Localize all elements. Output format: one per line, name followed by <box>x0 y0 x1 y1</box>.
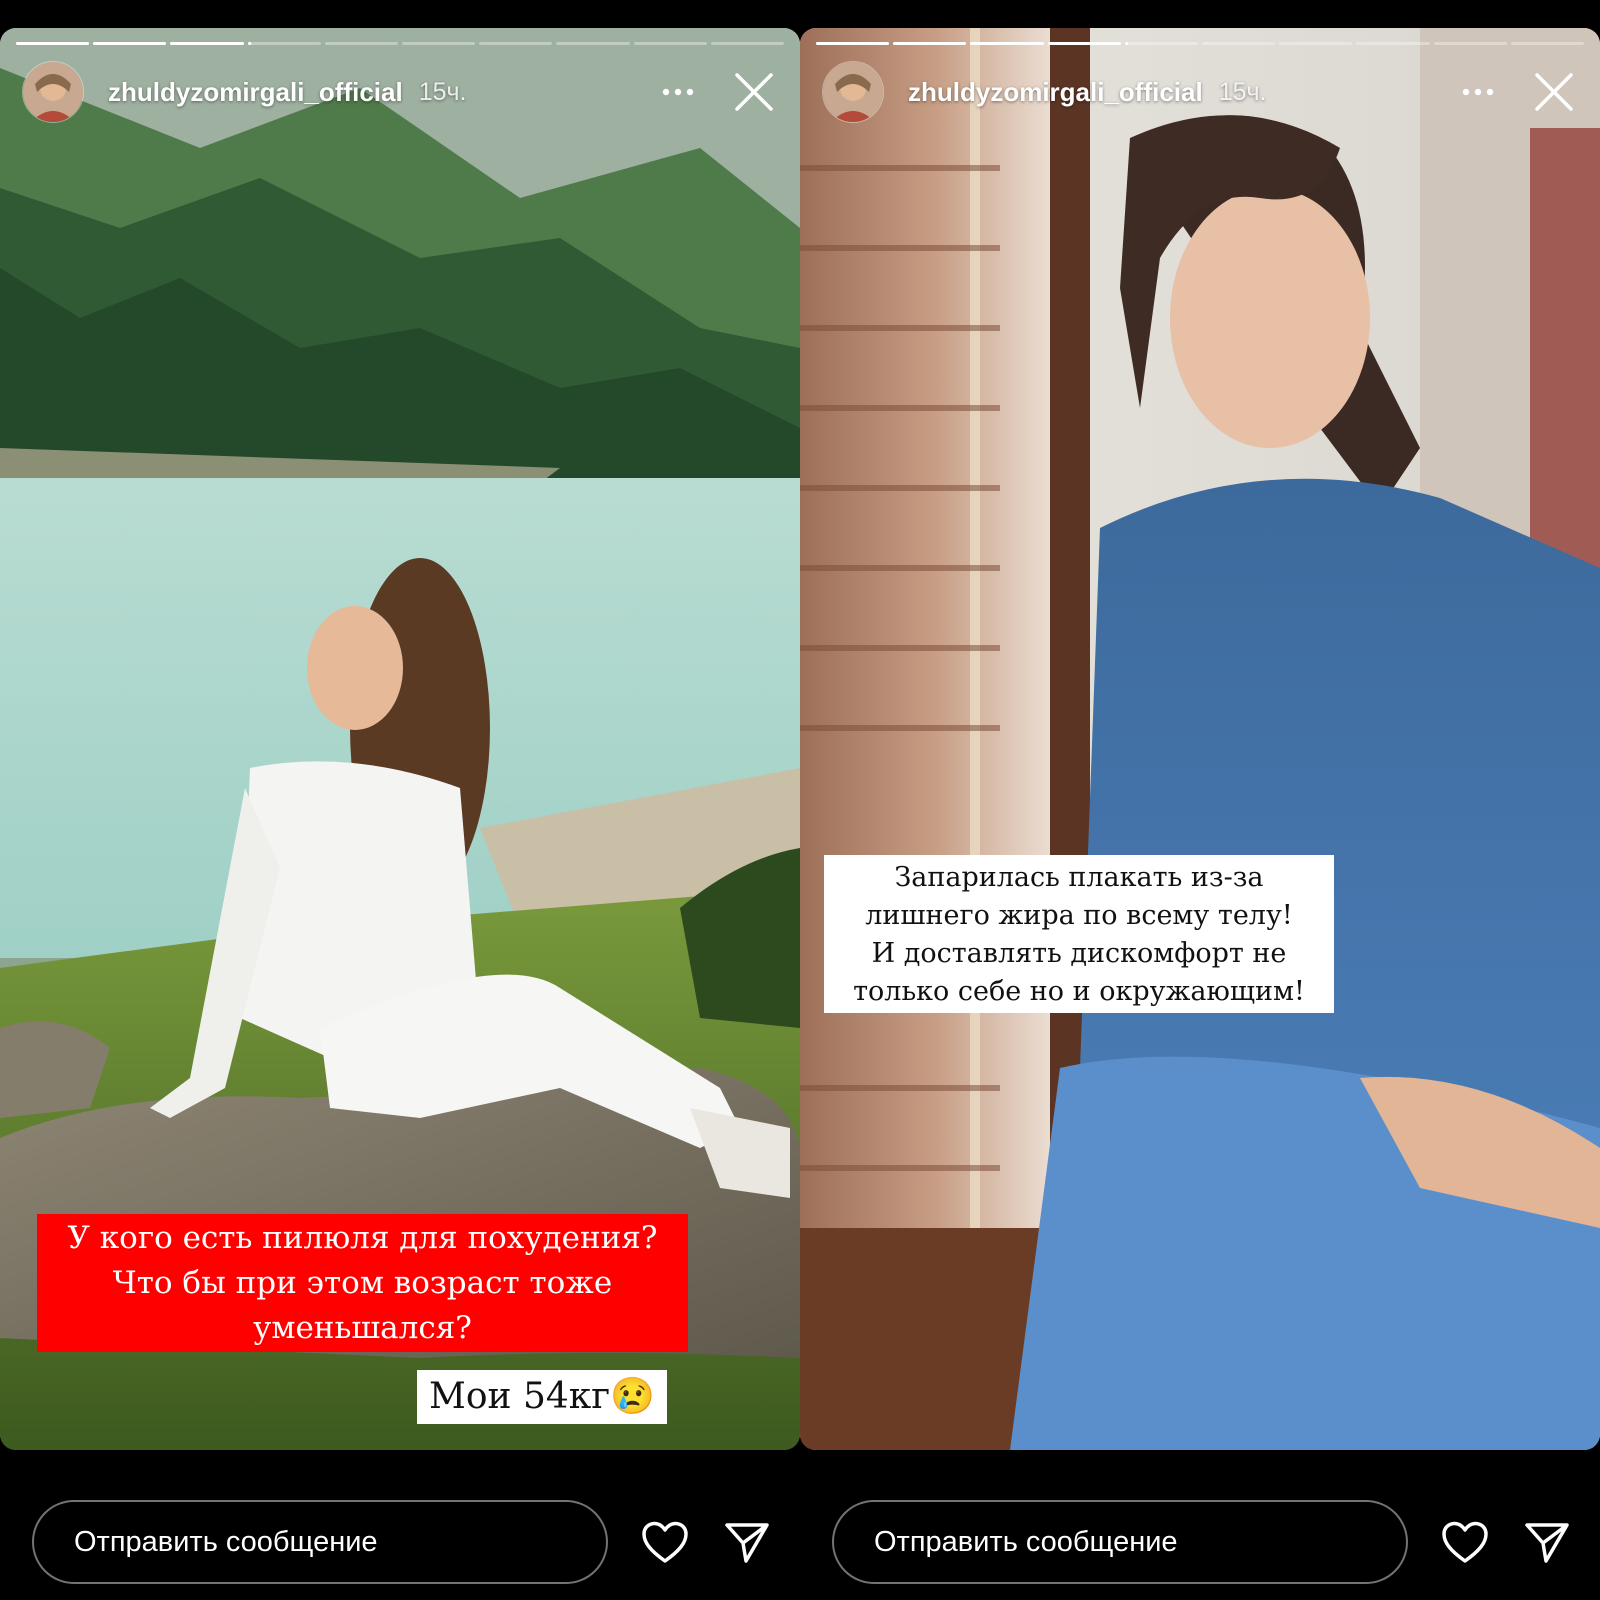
like-button[interactable] <box>638 1516 692 1570</box>
progress-segment <box>893 42 967 45</box>
username[interactable]: zhuldyzomirgali_official <box>908 77 1203 108</box>
post-time: 15ч. <box>1218 77 1267 106</box>
caption-line: У кого есть пилюля для похудения? <box>67 1220 658 1256</box>
heart-outline-icon <box>642 1521 688 1563</box>
send-paper-plane-icon <box>1525 1523 1569 1563</box>
progress-segment <box>324 42 399 45</box>
progress-segment <box>1279 42 1353 45</box>
caption-line: Запарилась плакать из-за <box>894 862 1264 893</box>
caption-line: уменьшался? <box>253 1310 472 1346</box>
heart-outline-icon <box>1442 1521 1488 1563</box>
story-header: zhuldyzomirgali_official 15ч. <box>822 60 1584 124</box>
progress-segment <box>556 42 630 45</box>
like-button[interactable] <box>1438 1516 1492 1570</box>
progress-segment <box>1510 42 1585 45</box>
message-input[interactable] <box>832 1500 1408 1584</box>
close-button[interactable] <box>732 70 776 114</box>
more-options-button[interactable] <box>1458 72 1498 112</box>
caption-line: только себе но и окружающим! <box>853 976 1305 1007</box>
message-input[interactable] <box>32 1500 608 1584</box>
progress-segment <box>1124 42 1199 45</box>
story-photo-window[interactable] <box>800 28 1600 1450</box>
caption-weight: Мои 54кг😢 <box>417 1370 667 1424</box>
caption-line: лишнего жира по всему телу! <box>865 900 1293 931</box>
avatar[interactable] <box>822 61 884 123</box>
more-horizontal-icon <box>662 88 694 96</box>
progress-segment <box>633 42 707 45</box>
close-button[interactable] <box>1532 70 1576 114</box>
progress-segment <box>247 42 321 45</box>
progress-segment <box>479 42 553 45</box>
progress-segment <box>1433 42 1507 45</box>
story-left: zhuldyzomirgali_official 15ч. У кого ест… <box>0 0 800 1600</box>
story-footer <box>0 1450 800 1600</box>
progress-segment <box>970 42 1044 45</box>
more-options-button[interactable] <box>658 72 698 112</box>
close-icon <box>735 73 773 111</box>
story-header: zhuldyzomirgali_official 15ч. <box>22 60 784 124</box>
share-button[interactable] <box>1520 1516 1574 1570</box>
story-progress-bar <box>16 42 785 45</box>
caption-red-question: У кого есть пилюля для похудения? Что бы… <box>37 1214 688 1352</box>
close-icon <box>1535 73 1573 111</box>
share-button[interactable] <box>720 1516 774 1570</box>
window-portrait-photo <box>800 28 1600 1450</box>
progress-segment <box>16 42 90 45</box>
post-time: 15ч. <box>418 77 467 106</box>
progress-segment <box>1202 42 1276 45</box>
progress-segment <box>93 42 167 45</box>
avatar[interactable] <box>22 61 84 123</box>
progress-segment <box>1356 42 1430 45</box>
send-paper-plane-icon <box>725 1523 769 1563</box>
progress-segment <box>816 42 890 45</box>
caption-line: Что бы при этом возраст тоже <box>112 1265 613 1301</box>
progress-segment <box>170 42 244 45</box>
progress-segment <box>710 42 785 45</box>
progress-segment <box>1047 42 1121 45</box>
username[interactable]: zhuldyzomirgali_official <box>108 77 403 108</box>
caption-line: И доставлять дискомфорт не <box>871 938 1287 969</box>
story-progress-bar <box>816 42 1585 45</box>
caption-white-text: Запарилась плакать из-за лишнего жира по… <box>824 855 1334 1013</box>
story-footer <box>800 1450 1600 1600</box>
story-right: zhuldyzomirgali_official 15ч. Запарилась… <box>800 0 1600 1600</box>
progress-segment <box>402 42 476 45</box>
more-horizontal-icon <box>1462 88 1494 96</box>
